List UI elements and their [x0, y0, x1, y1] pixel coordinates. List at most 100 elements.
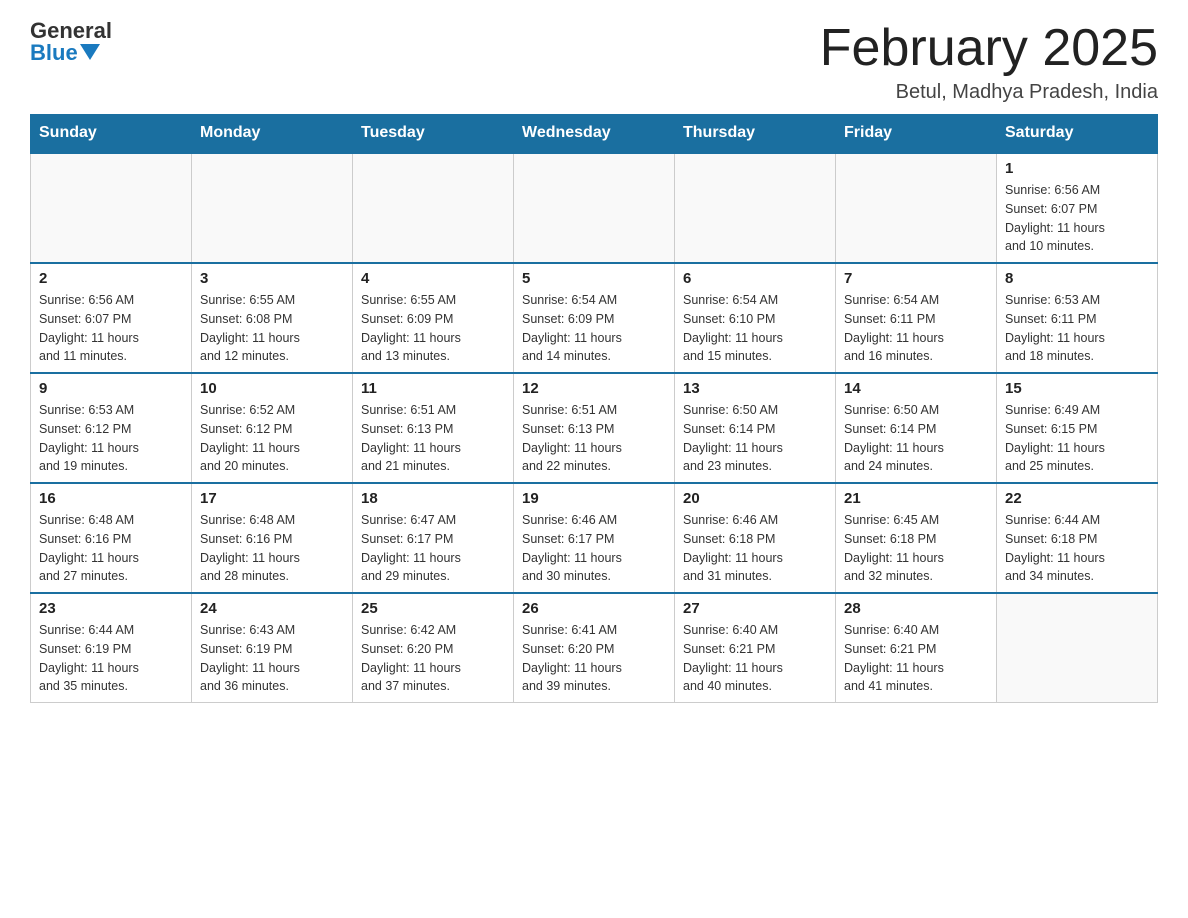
day-info: Sunrise: 6:54 AM Sunset: 6:11 PM Dayligh…: [844, 291, 988, 366]
calendar-cell: [192, 153, 353, 263]
calendar-week-5: 23 Sunrise: 6:44 AM Sunset: 6:19 PM Dayli…: [31, 593, 1158, 703]
calendar-cell: 7 Sunrise: 6:54 AM Sunset: 6:11 PM Daylig…: [836, 263, 997, 373]
calendar-cell: 16Sunrise: 6:48 AM Sunset: 6:16 PM Dayli…: [31, 483, 192, 593]
title-block: February 2025 Betul, Madhya Pradesh, Ind…: [820, 20, 1158, 104]
day-number: 12: [522, 380, 666, 397]
calendar-cell: [675, 153, 836, 263]
page-header: General Blue February 2025 Betul, Madhya…: [30, 20, 1158, 104]
calendar-week-1: 1 Sunrise: 6:56 AM Sunset: 6:07 PM Daylig…: [31, 153, 1158, 263]
day-number: 3: [200, 270, 344, 287]
calendar-cell: [997, 593, 1158, 703]
day-number: 5: [522, 270, 666, 287]
day-info: Sunrise: 6:54 AM Sunset: 6:10 PM Dayligh…: [683, 291, 827, 366]
day-number: 6: [683, 270, 827, 287]
day-number: 25: [361, 600, 505, 617]
calendar-week-3: 9 Sunrise: 6:53 AM Sunset: 6:12 PM Daylig…: [31, 373, 1158, 483]
calendar-cell: [514, 153, 675, 263]
calendar-cell: [353, 153, 514, 263]
calendar-cell: 17 Sunrise: 6:48 AM Sunset: 6:16 PM Dayli…: [192, 483, 353, 593]
day-info: Sunrise: 6:55 AM Sunset: 6:09 PM Dayligh…: [361, 291, 505, 366]
day-info: Sunrise: 6:50 AM Sunset: 6:14 PM Dayligh…: [844, 401, 988, 476]
calendar-cell: 25Sunrise: 6:42 AM Sunset: 6:20 PM Dayli…: [353, 593, 514, 703]
day-info: Sunrise: 6:47 AM Sunset: 6:17 PM Dayligh…: [361, 511, 505, 586]
day-info: Sunrise: 6:48 AM Sunset: 6:16 PM Dayligh…: [200, 511, 344, 586]
day-info: Sunrise: 6:46 AM Sunset: 6:18 PM Dayligh…: [683, 511, 827, 586]
calendar-cell: 1 Sunrise: 6:56 AM Sunset: 6:07 PM Daylig…: [997, 153, 1158, 263]
day-number: 20: [683, 490, 827, 507]
calendar-week-2: 2 Sunrise: 6:56 AM Sunset: 6:07 PM Daylig…: [31, 263, 1158, 373]
day-info: Sunrise: 6:44 AM Sunset: 6:19 PM Dayligh…: [39, 621, 183, 696]
day-number: 26: [522, 600, 666, 617]
day-number: 4: [361, 270, 505, 287]
day-info: Sunrise: 6:56 AM Sunset: 6:07 PM Dayligh…: [39, 291, 183, 366]
day-info: Sunrise: 6:48 AM Sunset: 6:16 PM Dayligh…: [39, 511, 183, 586]
calendar-cell: 9 Sunrise: 6:53 AM Sunset: 6:12 PM Daylig…: [31, 373, 192, 483]
calendar-header-tuesday: Tuesday: [353, 114, 514, 153]
calendar-cell: 22 Sunrise: 6:44 AM Sunset: 6:18 PM Dayli…: [997, 483, 1158, 593]
day-info: Sunrise: 6:49 AM Sunset: 6:15 PM Dayligh…: [1005, 401, 1149, 476]
day-info: Sunrise: 6:40 AM Sunset: 6:21 PM Dayligh…: [683, 621, 827, 696]
day-number: 11: [361, 380, 505, 397]
day-info: Sunrise: 6:46 AM Sunset: 6:17 PM Dayligh…: [522, 511, 666, 586]
day-number: 23: [39, 600, 183, 617]
day-number: 9: [39, 380, 183, 397]
calendar-cell: 12 Sunrise: 6:51 AM Sunset: 6:13 PM Dayli…: [514, 373, 675, 483]
calendar-header-sunday: Sunday: [31, 114, 192, 153]
day-number: 21: [844, 490, 988, 507]
calendar-cell: 18 Sunrise: 6:47 AM Sunset: 6:17 PM Dayli…: [353, 483, 514, 593]
day-number: 28: [844, 600, 988, 617]
logo-blue-text: Blue: [30, 42, 100, 64]
month-title: February 2025: [820, 20, 1158, 77]
calendar-cell: 5 Sunrise: 6:54 AM Sunset: 6:09 PM Daylig…: [514, 263, 675, 373]
calendar-cell: 20 Sunrise: 6:46 AM Sunset: 6:18 PM Dayli…: [675, 483, 836, 593]
calendar-cell: 8 Sunrise: 6:53 AM Sunset: 6:11 PM Daylig…: [997, 263, 1158, 373]
day-info: Sunrise: 6:43 AM Sunset: 6:19 PM Dayligh…: [200, 621, 344, 696]
calendar-cell: 23 Sunrise: 6:44 AM Sunset: 6:19 PM Dayli…: [31, 593, 192, 703]
day-info: Sunrise: 6:44 AM Sunset: 6:18 PM Dayligh…: [1005, 511, 1149, 586]
calendar-cell: 6 Sunrise: 6:54 AM Sunset: 6:10 PM Daylig…: [675, 263, 836, 373]
calendar-week-4: 16Sunrise: 6:48 AM Sunset: 6:16 PM Dayli…: [31, 483, 1158, 593]
day-number: 15: [1005, 380, 1149, 397]
calendar-table: SundayMondayTuesdayWednesdayThursdayFrid…: [30, 114, 1158, 703]
day-number: 1: [1005, 160, 1149, 177]
day-number: 24: [200, 600, 344, 617]
day-info: Sunrise: 6:54 AM Sunset: 6:09 PM Dayligh…: [522, 291, 666, 366]
day-info: Sunrise: 6:51 AM Sunset: 6:13 PM Dayligh…: [522, 401, 666, 476]
day-number: 22: [1005, 490, 1149, 507]
calendar-cell: 14 Sunrise: 6:50 AM Sunset: 6:14 PM Dayli…: [836, 373, 997, 483]
calendar-header-thursday: Thursday: [675, 114, 836, 153]
calendar-cell: 10 Sunrise: 6:52 AM Sunset: 6:12 PM Dayli…: [192, 373, 353, 483]
location-title: Betul, Madhya Pradesh, India: [820, 81, 1158, 104]
calendar-cell: 28 Sunrise: 6:40 AM Sunset: 6:21 PM Dayli…: [836, 593, 997, 703]
day-info: Sunrise: 6:56 AM Sunset: 6:07 PM Dayligh…: [1005, 181, 1149, 256]
day-info: Sunrise: 6:53 AM Sunset: 6:12 PM Dayligh…: [39, 401, 183, 476]
logo-general-text: General: [30, 20, 112, 42]
calendar-header-wednesday: Wednesday: [514, 114, 675, 153]
day-info: Sunrise: 6:45 AM Sunset: 6:18 PM Dayligh…: [844, 511, 988, 586]
day-info: Sunrise: 6:52 AM Sunset: 6:12 PM Dayligh…: [200, 401, 344, 476]
day-number: 13: [683, 380, 827, 397]
calendar-cell: 13Sunrise: 6:50 AM Sunset: 6:14 PM Dayli…: [675, 373, 836, 483]
day-info: Sunrise: 6:41 AM Sunset: 6:20 PM Dayligh…: [522, 621, 666, 696]
day-info: Sunrise: 6:40 AM Sunset: 6:21 PM Dayligh…: [844, 621, 988, 696]
calendar-cell: 3 Sunrise: 6:55 AM Sunset: 6:08 PM Daylig…: [192, 263, 353, 373]
calendar-cell: 4 Sunrise: 6:55 AM Sunset: 6:09 PM Daylig…: [353, 263, 514, 373]
day-number: 19: [522, 490, 666, 507]
day-info: Sunrise: 6:55 AM Sunset: 6:08 PM Dayligh…: [200, 291, 344, 366]
day-number: 7: [844, 270, 988, 287]
logo: General Blue: [30, 20, 112, 64]
calendar-cell: 11Sunrise: 6:51 AM Sunset: 6:13 PM Dayli…: [353, 373, 514, 483]
day-number: 2: [39, 270, 183, 287]
calendar-cell: 21 Sunrise: 6:45 AM Sunset: 6:18 PM Dayli…: [836, 483, 997, 593]
day-info: Sunrise: 6:53 AM Sunset: 6:11 PM Dayligh…: [1005, 291, 1149, 366]
calendar-cell: 15 Sunrise: 6:49 AM Sunset: 6:15 PM Dayli…: [997, 373, 1158, 483]
day-number: 14: [844, 380, 988, 397]
calendar-cell: 2 Sunrise: 6:56 AM Sunset: 6:07 PM Daylig…: [31, 263, 192, 373]
day-number: 18: [361, 490, 505, 507]
calendar-header-monday: Monday: [192, 114, 353, 153]
day-number: 27: [683, 600, 827, 617]
day-number: 17: [200, 490, 344, 507]
day-number: 8: [1005, 270, 1149, 287]
calendar-cell: [31, 153, 192, 263]
day-number: 10: [200, 380, 344, 397]
